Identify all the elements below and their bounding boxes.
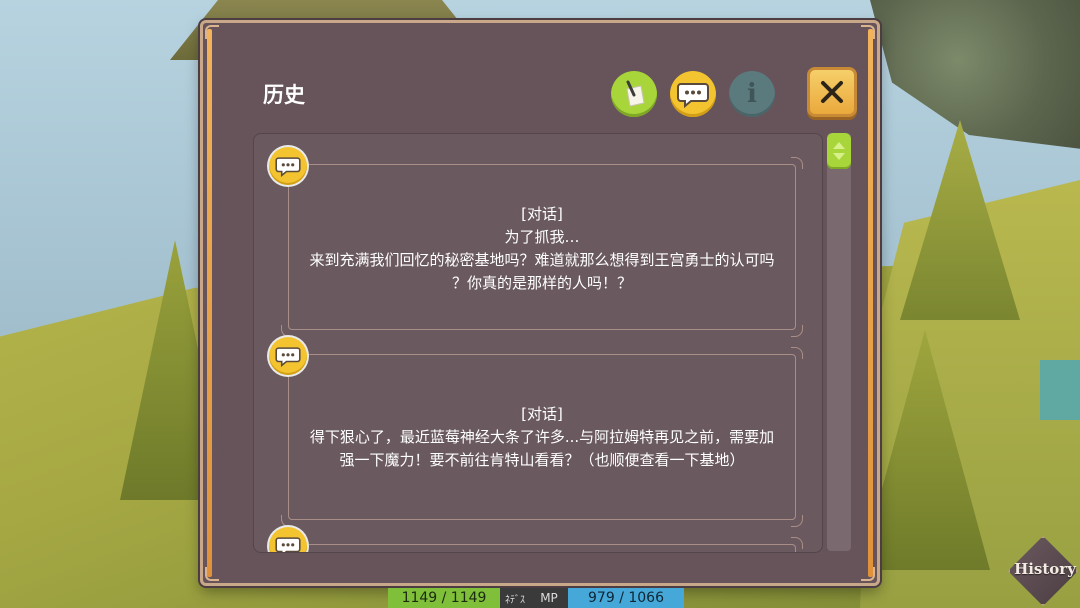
note-icon bbox=[626, 80, 645, 107]
entry-line: 来到充满我们回忆的秘密基地吗？难道就那么想得到王宫勇士的认可吗 bbox=[309, 251, 775, 269]
close-button[interactable] bbox=[807, 67, 857, 117]
entry-line: 强一下魔力！要不前往肯特山看看？（也顺便查看一下基地） bbox=[339, 451, 745, 469]
list-item: [对话] 为了抓我… 来到充满我们回忆的秘密基地吗？难道就那么想得到王宫勇士的认… bbox=[269, 147, 803, 337]
list-item: [对话] 得下狠心了，最近蓝莓神经大条了许多...与阿拉姆特再见之前，需要加 强… bbox=[269, 337, 803, 527]
frame-corner bbox=[205, 25, 219, 39]
list-item bbox=[269, 527, 803, 552]
tab-dialogue[interactable] bbox=[670, 71, 716, 117]
history-dialog: 历史 i [对话] 为了抓我… 来到充满我们回忆的秘密基地吗？难道就那么想得到王… bbox=[200, 20, 880, 586]
hud-label: ﾈﾃﾞｽ bbox=[500, 588, 530, 608]
speech-bubble-icon bbox=[269, 527, 307, 552]
entry-line: 为了抓我… bbox=[504, 228, 580, 246]
tab-info[interactable]: i bbox=[729, 71, 775, 117]
speech-bubble-icon bbox=[269, 147, 307, 185]
entry-line: 得下狠心了，最近蓝莓神经大条了许多...与阿拉姆特再见之前，需要加 bbox=[309, 428, 775, 446]
frame-corner bbox=[861, 567, 875, 581]
mp-label: MP bbox=[530, 588, 568, 608]
frame-corner bbox=[205, 567, 219, 581]
close-icon bbox=[821, 81, 843, 103]
entry-text: [对话] 为了抓我… 来到充满我们回忆的秘密基地吗？难道就那么想得到王宫勇士的认… bbox=[289, 203, 795, 295]
history-list[interactable]: [对话] 为了抓我… 来到充满我们回忆的秘密基地吗？难道就那么想得到王宫勇士的认… bbox=[253, 133, 823, 553]
scroll-thumb[interactable] bbox=[827, 133, 851, 169]
entry-type: [对话] bbox=[521, 205, 563, 223]
status-hud: 1149 / 1149 ﾈﾃﾞｽ MP 979 / 1066 bbox=[388, 588, 684, 608]
chevron-up-icon bbox=[833, 142, 845, 149]
speech-bubble-icon bbox=[269, 337, 307, 375]
history-label: History bbox=[1014, 560, 1076, 578]
entry-type: [对话] bbox=[521, 405, 563, 423]
mp-bar: 979 / 1066 bbox=[568, 588, 684, 608]
history-button[interactable]: History bbox=[1004, 534, 1080, 608]
tab-all[interactable] bbox=[611, 71, 657, 117]
frame-corner bbox=[861, 25, 875, 39]
info-icon: i bbox=[747, 79, 757, 109]
entry-line: ？你真的是那样的人吗！？ bbox=[451, 274, 632, 292]
dialog-title: 历史 bbox=[263, 83, 305, 107]
chevron-down-icon bbox=[833, 153, 845, 160]
hp-bar: 1149 / 1149 bbox=[388, 588, 500, 608]
scrollbar[interactable] bbox=[827, 133, 851, 551]
speech-bubble-icon bbox=[677, 83, 709, 108]
entry-text: [对话] 得下狠心了，最近蓝莓神经大条了许多...与阿拉姆特再见之前，需要加 强… bbox=[289, 403, 795, 472]
water bbox=[1040, 360, 1080, 420]
